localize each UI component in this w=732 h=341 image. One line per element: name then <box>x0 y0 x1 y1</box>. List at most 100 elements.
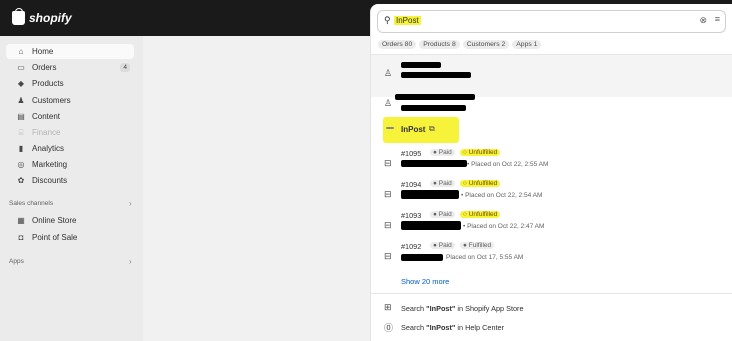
show-more-link[interactable]: Show 20 more <box>401 277 449 286</box>
payment-badge: ● Paid <box>430 242 455 249</box>
sidebar-item-finance[interactable]: ⌸ Finance <box>6 125 134 140</box>
fulfillment-badge: ● Fulfilled <box>460 242 495 249</box>
sidebar-item-content[interactable]: ▤ Content <box>6 109 134 124</box>
order-number: #1093 <box>401 211 422 220</box>
redacted-email <box>401 72 471 78</box>
footer-prefix: Search <box>401 323 427 332</box>
order-number: #1095 <box>401 149 422 158</box>
filter-chip-apps[interactable]: Apps 1 <box>512 40 542 49</box>
redacted-customer <box>401 160 467 167</box>
order-result[interactable]: ⊟ #1093 ● Paid ○ Unfulfilled • Placed on… <box>371 208 732 239</box>
order-icon: ⊟ <box>384 158 392 168</box>
sidebar-item-label: Customers <box>32 96 71 105</box>
search-icon: ⚲ <box>384 15 391 25</box>
order-result[interactable]: ⊟ #1095 ● Paid ○ Unfulfilled • Placed on… <box>371 146 732 177</box>
sidebar-item-label: Products <box>32 79 64 88</box>
order-placed-date: • Placed on Oct 22, 2:55 AM <box>467 161 549 168</box>
chevron-right-icon[interactable]: › <box>129 199 132 208</box>
shopify-logo[interactable]: shopify <box>12 8 72 25</box>
footer-suffix: in Help Center <box>455 323 505 332</box>
sidebar-item-home[interactable]: ⌂ Home <box>6 44 134 59</box>
sidebar-item-analytics[interactable]: ▮ Analytics <box>6 141 134 156</box>
filter-chip-orders[interactable]: Orders 80 <box>378 40 417 49</box>
redacted-email <box>401 105 466 111</box>
search-app-store-link[interactable]: ⊞ Search "InPost" in Shopify App Store <box>371 299 732 317</box>
order-placed-date: Placed on Oct 17, 5:55 AM <box>446 254 524 261</box>
fulfillment-badge: ○ Unfulfilled <box>460 149 501 156</box>
sidebar-item-discounts[interactable]: ✿ Discounts <box>6 173 134 188</box>
external-link-icon: ⧉ <box>429 124 435 133</box>
redacted-name <box>401 62 441 68</box>
redacted-customer <box>401 254 443 261</box>
clear-icon[interactable]: ⊗ <box>699 15 707 26</box>
inbox-icon: ▭ <box>17 63 25 72</box>
order-result[interactable]: ⊟ #1094 ● Paid ○ Unfulfilled • Placed on… <box>371 177 732 208</box>
search-filter-chips: Orders 80 Products 8 Customers 2 Apps 1 <box>378 40 542 49</box>
target-icon: ◎ <box>17 160 25 169</box>
home-icon: ⌂ <box>18 47 24 56</box>
sidebar-item-point-of-sale[interactable]: ◘ Point of Sale <box>6 230 134 245</box>
order-placed-date: • Placed on Oct 22, 2:47 AM <box>463 223 545 230</box>
sales-channels-heading[interactable]: Sales channels <box>9 200 53 207</box>
order-icon: ⊟ <box>384 189 392 199</box>
order-result[interactable]: ⊟ #1092 ● Paid ● Fulfilled Placed on Oct… <box>371 239 732 270</box>
chevron-right-icon[interactable]: › <box>129 257 132 266</box>
fulfillment-badge: ○ Unfulfilled <box>460 211 501 218</box>
order-number: #1092 <box>401 242 422 251</box>
sidebar-item-label: Online Store <box>32 216 77 225</box>
order-number: #1094 <box>401 180 422 189</box>
payment-badge: ● Paid <box>430 180 455 187</box>
order-placed-date: • Placed on Oct 22, 2:54 AM <box>461 192 543 199</box>
footer-suffix: in Shopify App Store <box>455 304 524 313</box>
redacted-customer <box>401 190 459 199</box>
sidebar-item-label: Orders <box>32 63 57 72</box>
fulfillment-badge: ○ Unfulfilled <box>460 180 501 187</box>
discount-icon: ✿ <box>17 176 25 185</box>
sidebar-item-products[interactable]: ◆ Products <box>6 76 134 91</box>
orders-count-badge: 4 <box>120 63 130 72</box>
sidebar-item-label: Content <box>32 112 61 121</box>
footer-search-text: Search "InPost" in Shopify App Store <box>401 304 524 313</box>
app-store-icon: ⊞ <box>384 302 392 312</box>
apps-heading[interactable]: Apps <box>9 258 24 265</box>
footer-prefix: Search <box>401 304 427 313</box>
tag-icon: ◆ <box>17 79 25 88</box>
search-input[interactable]: ⚲ InPost ⊗ ≡ <box>377 10 726 33</box>
pos-icon: ◘ <box>18 233 24 242</box>
search-query[interactable]: InPost <box>394 16 421 25</box>
shopify-bag-icon <box>12 8 25 25</box>
redacted-customer <box>401 221 461 230</box>
redacted-name <box>395 94 475 100</box>
bank-icon: ⌸ <box>18 127 24 137</box>
sidebar-item-label: Analytics <box>32 144 65 153</box>
content-icon: ▤ <box>17 112 25 121</box>
sidebar-item-orders[interactable]: ▭ Orders 4 <box>6 60 134 75</box>
person-icon: ♙ <box>384 98 393 108</box>
bar-chart-icon: ▮ <box>18 144 24 153</box>
order-icon: ⊟ <box>384 251 392 261</box>
footer-search-text: Search "InPost" in Help Center <box>401 323 504 332</box>
help-icon: ⓪ <box>384 323 394 333</box>
sidebar-item-online-store[interactable]: ▦ Online Store <box>6 213 134 228</box>
sidebar-item-label: Point of Sale <box>32 233 78 242</box>
store-icon: ▦ <box>17 216 25 225</box>
filter-chip-products[interactable]: Products 8 <box>419 40 460 49</box>
search-results-panel: ⚲ InPost ⊗ ≡ Orders 80 Products 8 Custom… <box>370 4 732 341</box>
app-result-inpost[interactable]: InPost ⧉ <box>383 117 459 143</box>
footer-query: "InPost" <box>426 304 456 313</box>
sidebar: ⌂ Home ▭ Orders 4 ◆ Products ♟ Customers… <box>0 36 143 341</box>
payment-badge: ● Paid <box>430 149 455 156</box>
divider <box>371 293 732 294</box>
payment-badge: ● Paid <box>430 211 455 218</box>
sidebar-item-customers[interactable]: ♟ Customers <box>6 93 134 108</box>
person-icon: ♟ <box>17 96 25 105</box>
search-help-center-link[interactable]: ⓪ Search "InPost" in Help Center <box>371 318 732 336</box>
sidebar-item-label: Discounts <box>32 176 68 185</box>
footer-query: "InPost" <box>426 323 456 332</box>
filter-icon[interactable]: ≡ <box>715 14 720 24</box>
person-icon: ♙ <box>384 68 393 78</box>
brand-name: shopify <box>29 11 72 25</box>
sidebar-item-label: Marketing <box>32 160 68 169</box>
filter-chip-customers[interactable]: Customers 2 <box>462 40 510 49</box>
sidebar-item-marketing[interactable]: ◎ Marketing <box>6 157 134 172</box>
